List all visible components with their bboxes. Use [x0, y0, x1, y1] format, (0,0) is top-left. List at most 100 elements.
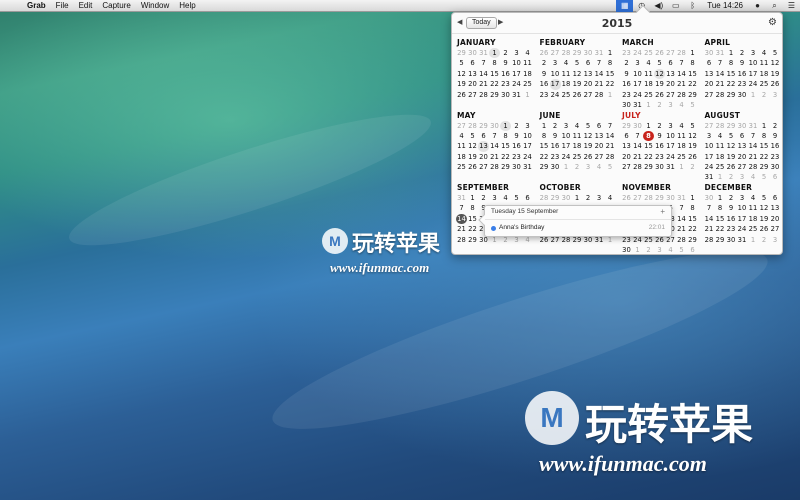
day-cell[interactable]: 24: [561, 152, 572, 162]
day-cell[interactable]: 27: [550, 48, 561, 58]
day-cell[interactable]: 21: [676, 224, 687, 234]
day-cell[interactable]: 25: [522, 79, 533, 89]
day-cell[interactable]: 1: [748, 235, 759, 245]
day-cell[interactable]: 3: [770, 235, 781, 245]
day-cell[interactable]: 27: [583, 90, 594, 100]
day-cell[interactable]: 1: [489, 48, 500, 59]
day-cell[interactable]: 30: [467, 48, 478, 58]
day-cell[interactable]: 17: [561, 141, 572, 151]
day-cell[interactable]: 10: [511, 58, 522, 68]
menubar-clock[interactable]: Tue 14:26: [701, 1, 749, 10]
day-cell[interactable]: 31: [665, 162, 676, 172]
day-cell[interactable]: 7: [605, 121, 616, 131]
day-cell[interactable]: 13: [665, 69, 676, 79]
day-cell[interactable]: 30: [621, 245, 632, 255]
day-cell[interactable]: 27: [704, 90, 715, 100]
day-cell[interactable]: 22: [643, 152, 654, 162]
day-cell[interactable]: 20: [583, 79, 594, 89]
day-cell[interactable]: 28: [715, 90, 726, 100]
day-cell[interactable]: 12: [687, 131, 698, 141]
day-cell[interactable]: 10: [550, 69, 561, 79]
day-cell[interactable]: 4: [456, 131, 467, 141]
day-cell[interactable]: 30: [632, 121, 643, 131]
day-cell[interactable]: 1: [605, 90, 616, 100]
day-cell[interactable]: 6: [522, 193, 533, 203]
day-cell[interactable]: 26: [572, 90, 583, 100]
day-cell[interactable]: 23: [511, 152, 522, 162]
day-cell[interactable]: 29: [687, 90, 698, 100]
day-cell[interactable]: 27: [665, 48, 676, 58]
day-cell[interactable]: 3: [550, 58, 561, 68]
day-cell[interactable]: 16: [539, 79, 550, 89]
day-cell[interactable]: 19: [654, 79, 665, 89]
day-cell[interactable]: 3: [748, 48, 759, 58]
day-cell[interactable]: 30: [726, 235, 737, 245]
day-cell[interactable]: 22: [726, 79, 737, 89]
battery-icon[interactable]: ▭: [667, 0, 684, 12]
day-cell[interactable]: 20: [594, 141, 605, 151]
day-cell[interactable]: 12: [759, 203, 770, 213]
day-cell[interactable]: 11: [561, 69, 572, 79]
day-cell[interactable]: 29: [759, 162, 770, 172]
day-cell[interactable]: 28: [676, 235, 687, 245]
user-icon[interactable]: ●: [749, 0, 766, 12]
day-cell[interactable]: 31: [478, 48, 489, 58]
day-cell[interactable]: 16: [726, 214, 737, 224]
day-cell[interactable]: 31: [748, 121, 759, 131]
day-cell[interactable]: 24: [550, 90, 561, 100]
day-cell[interactable]: 13: [594, 131, 605, 141]
day-cell[interactable]: 26: [770, 79, 781, 89]
day-cell[interactable]: 28: [715, 121, 726, 131]
day-cell[interactable]: 2: [726, 193, 737, 203]
menu-file[interactable]: File: [51, 0, 74, 12]
day-cell[interactable]: 15: [489, 69, 500, 79]
day-cell[interactable]: 1: [759, 121, 770, 131]
day-cell[interactable]: 21: [605, 141, 616, 151]
day-cell[interactable]: 9: [539, 69, 550, 79]
day-cell[interactable]: 2: [478, 193, 489, 203]
day-cell[interactable]: 2: [511, 121, 522, 131]
day-cell[interactable]: 5: [572, 58, 583, 68]
day-cell[interactable]: 2: [539, 58, 550, 68]
day-cell[interactable]: 18: [643, 79, 654, 89]
day-cell[interactable]: 20: [467, 79, 478, 89]
day-cell[interactable]: 16: [737, 69, 748, 79]
day-cell[interactable]: 5: [726, 131, 737, 141]
day-cell[interactable]: 1: [726, 48, 737, 58]
day-cell[interactable]: 13: [467, 69, 478, 79]
day-cell[interactable]: 31: [676, 193, 687, 203]
day-cell[interactable]: 19: [467, 152, 478, 162]
day-cell[interactable]: 5: [654, 58, 665, 68]
day-cell[interactable]: 21: [704, 224, 715, 234]
day-cell[interactable]: 31: [594, 48, 605, 58]
day-cell[interactable]: 18: [715, 152, 726, 162]
day-cell[interactable]: 6: [737, 131, 748, 141]
day-cell[interactable]: 31: [715, 48, 726, 58]
day-cell[interactable]: 14: [704, 214, 715, 224]
day-cell[interactable]: 6: [594, 121, 605, 131]
day-cell[interactable]: 26: [687, 152, 698, 162]
day-cell[interactable]: 2: [654, 121, 665, 131]
day-cell[interactable]: 3: [737, 193, 748, 203]
day-cell[interactable]: 18: [456, 152, 467, 162]
day-cell[interactable]: 26: [654, 48, 665, 58]
day-cell[interactable]: 13: [478, 141, 489, 152]
day-cell[interactable]: 5: [676, 245, 687, 255]
day-cell[interactable]: 7: [632, 131, 643, 141]
day-cell[interactable]: 26: [539, 48, 550, 58]
menu-help[interactable]: Help: [174, 0, 200, 12]
day-cell[interactable]: 3: [489, 193, 500, 203]
day-cell[interactable]: 23: [726, 224, 737, 234]
day-cell[interactable]: 21: [489, 152, 500, 162]
day-cell[interactable]: 18: [676, 141, 687, 151]
day-cell[interactable]: 14: [605, 131, 616, 141]
day-cell[interactable]: 16: [621, 79, 632, 89]
day-cell[interactable]: 4: [561, 58, 572, 68]
day-cell[interactable]: 15: [687, 69, 698, 79]
day-cell[interactable]: 27: [594, 152, 605, 162]
day-cell[interactable]: 8: [605, 58, 616, 68]
day-cell[interactable]: 8: [726, 58, 737, 68]
day-cell[interactable]: 8: [489, 58, 500, 68]
day-cell[interactable]: 12: [467, 141, 478, 151]
day-cell[interactable]: 9: [500, 58, 511, 68]
